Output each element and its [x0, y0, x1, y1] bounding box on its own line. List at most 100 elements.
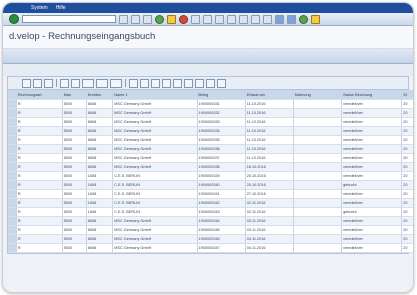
- sum-icon[interactable]: [60, 78, 69, 88]
- table-row[interactable]: R 5000 1608 C.E.S. BERLIN 1900000342 02.11.20…: [8, 198, 413, 208]
- attachment-icon[interactable]: [162, 78, 171, 88]
- last-page-icon[interactable]: [263, 14, 272, 24]
- row-selector[interactable]: [8, 171, 17, 181]
- column-header[interactable]: Rechnungsart: [16, 90, 63, 100]
- table-cell: veredelt/ver: [341, 153, 403, 163]
- row-selector[interactable]: [8, 126, 17, 136]
- cancel-icon[interactable]: [179, 14, 188, 24]
- command-field[interactable]: [22, 15, 116, 23]
- column-header[interactable]: Status Rechnung: [341, 90, 403, 100]
- row-selector[interactable]: [8, 243, 17, 253]
- table-cell: R: [16, 108, 63, 118]
- column-header[interactable]: Kreditor: [86, 90, 114, 100]
- first-page-icon[interactable]: [227, 14, 236, 24]
- row-selector[interactable]: [8, 153, 17, 163]
- row-selector[interactable]: [8, 180, 17, 190]
- row-selector[interactable]: [8, 216, 17, 226]
- table-row[interactable]: R 5000 1608 C.E.S. BERLIN 1900000339 25.10.20…: [8, 171, 413, 181]
- table-cell: 1900000331: [197, 99, 246, 109]
- refresh-icon[interactable]: [140, 78, 149, 88]
- filter-icon[interactable]: [33, 78, 42, 88]
- table-cell: 20: [401, 216, 413, 226]
- column-header[interactable]: Erfasst am: [245, 90, 294, 100]
- row-selector[interactable]: [8, 225, 17, 235]
- table-cell: 18.10.2016: [245, 162, 294, 172]
- table-cell: 5000: [62, 234, 87, 244]
- table-cell: veredelt/ver: [341, 225, 403, 235]
- table-cell: C.E.S. BERLIN: [112, 198, 198, 208]
- column-header[interactable]: Beleg: [197, 90, 246, 100]
- table-row[interactable]: R 5000 6608 MSC Germany GmbH 1900000344 03.11…: [8, 216, 413, 226]
- row-selector[interactable]: [8, 144, 17, 154]
- table-cell: R: [16, 126, 63, 136]
- row-selector[interactable]: [8, 99, 17, 109]
- menu-help[interactable]: Hilfe: [56, 3, 66, 13]
- find-icon[interactable]: [151, 78, 160, 88]
- enter-icon[interactable]: [9, 14, 19, 24]
- row-selector[interactable]: [8, 135, 17, 145]
- mail-icon[interactable]: [206, 78, 215, 88]
- row-selector[interactable]: [8, 234, 17, 244]
- column-header[interactable]: Name 1: [112, 90, 198, 100]
- table-cell: MSC Germany GmbH: [112, 99, 198, 109]
- info-icon[interactable]: [217, 78, 226, 88]
- row-selector[interactable]: [8, 198, 17, 208]
- exit-icon[interactable]: [167, 14, 176, 24]
- table-row[interactable]: R 5000 6608 MSC Germany GmbH 1900000331 11.10…: [8, 99, 413, 109]
- row-selector[interactable]: [8, 189, 17, 199]
- workflow-icon[interactable]: [195, 78, 204, 88]
- back-nav-icon[interactable]: [131, 14, 140, 24]
- column-header[interactable]: St: [401, 90, 413, 100]
- details-icon[interactable]: [22, 78, 31, 88]
- column-header[interactable]: Mahnung: [293, 90, 343, 100]
- back-icon[interactable]: [155, 14, 164, 24]
- print-preview-icon[interactable]: [82, 78, 94, 88]
- column-header[interactable]: Man: [62, 90, 87, 100]
- table-row[interactable]: R 5000 6608 MSC Germany GmbH 1900000346 04.11…: [8, 234, 413, 244]
- table-row[interactable]: R 5000 1608 C.E.S. BERLIN 1900000340 25.10.20…: [8, 180, 413, 190]
- graphic-icon[interactable]: [129, 78, 138, 88]
- menu-system[interactable]: System: [31, 3, 48, 13]
- row-selector[interactable]: [8, 108, 17, 118]
- export-icon[interactable]: [96, 78, 108, 88]
- save-icon[interactable]: [119, 14, 128, 24]
- table-cell: 5000: [62, 171, 87, 181]
- subtotal-icon[interactable]: [71, 78, 80, 88]
- new-session-icon[interactable]: [275, 14, 284, 24]
- table-cell: 5000: [62, 198, 87, 208]
- invoice-table: Rechnungsart Man Kreditor Name 1 Beleg E…: [8, 90, 413, 253]
- table-row[interactable]: R 5000 6608 MSC Germany GmbH 1900000336 11.10…: [8, 144, 413, 154]
- table-row[interactable]: R 5000 6608 MSC Germany GmbH 1900000337 11.10…: [8, 153, 413, 163]
- help-icon[interactable]: [299, 14, 308, 24]
- row-selector[interactable]: [8, 117, 17, 127]
- table-cell: [293, 99, 343, 109]
- table-cell: 6608: [86, 117, 114, 127]
- alv-toolbar: [7, 76, 409, 90]
- layout-select-icon[interactable]: [110, 78, 122, 88]
- table-row[interactable]: R 5000 6608 MSC Germany GmbH 1900000347 04.11…: [8, 243, 413, 253]
- table-row[interactable]: R 5000 6608 MSC Germany GmbH 1900000334 11.10…: [8, 126, 413, 136]
- find-icon[interactable]: [203, 14, 212, 24]
- sort-icon[interactable]: [44, 78, 53, 88]
- find-next-icon[interactable]: [215, 14, 224, 24]
- row-selector[interactable]: [8, 207, 17, 217]
- prev-page-icon[interactable]: [239, 14, 248, 24]
- table-row[interactable]: R 5000 6608 MSC Germany GmbH 1900000335 11.10…: [8, 135, 413, 145]
- table-row[interactable]: R 5000 6608 MSC Germany GmbH 1900000333 11.10…: [8, 117, 413, 127]
- select-all-cell[interactable]: [8, 90, 17, 100]
- document-icon[interactable]: [173, 78, 182, 88]
- table-row[interactable]: R 5000 6608 MSC Germany GmbH 1900000345 03.11…: [8, 225, 413, 235]
- next-page-icon[interactable]: [251, 14, 260, 24]
- row-selector[interactable]: [8, 162, 17, 172]
- shortcut-icon[interactable]: [287, 14, 296, 24]
- table-row[interactable]: R 5000 6608 MSC Germany GmbH 1900000338 18.10…: [8, 162, 413, 172]
- table-row[interactable]: R 5000 6608 MSC Germany GmbH 1900000332 11.10…: [8, 108, 413, 118]
- nav-icon[interactable]: [143, 14, 152, 24]
- print-icon[interactable]: [191, 14, 200, 24]
- table-cell: 1900000340: [197, 180, 246, 190]
- table-row[interactable]: R 5000 1608 C.E.S. BERLIN 1900000343 02.11.20…: [8, 207, 413, 217]
- edit-icon[interactable]: [184, 78, 193, 88]
- layout-icon[interactable]: [311, 14, 320, 24]
- table-cell: MSC Germany GmbH: [112, 162, 198, 172]
- table-row[interactable]: R 5000 1608 C.E.S. BERLIN 1900000341 27.10.20…: [8, 189, 413, 199]
